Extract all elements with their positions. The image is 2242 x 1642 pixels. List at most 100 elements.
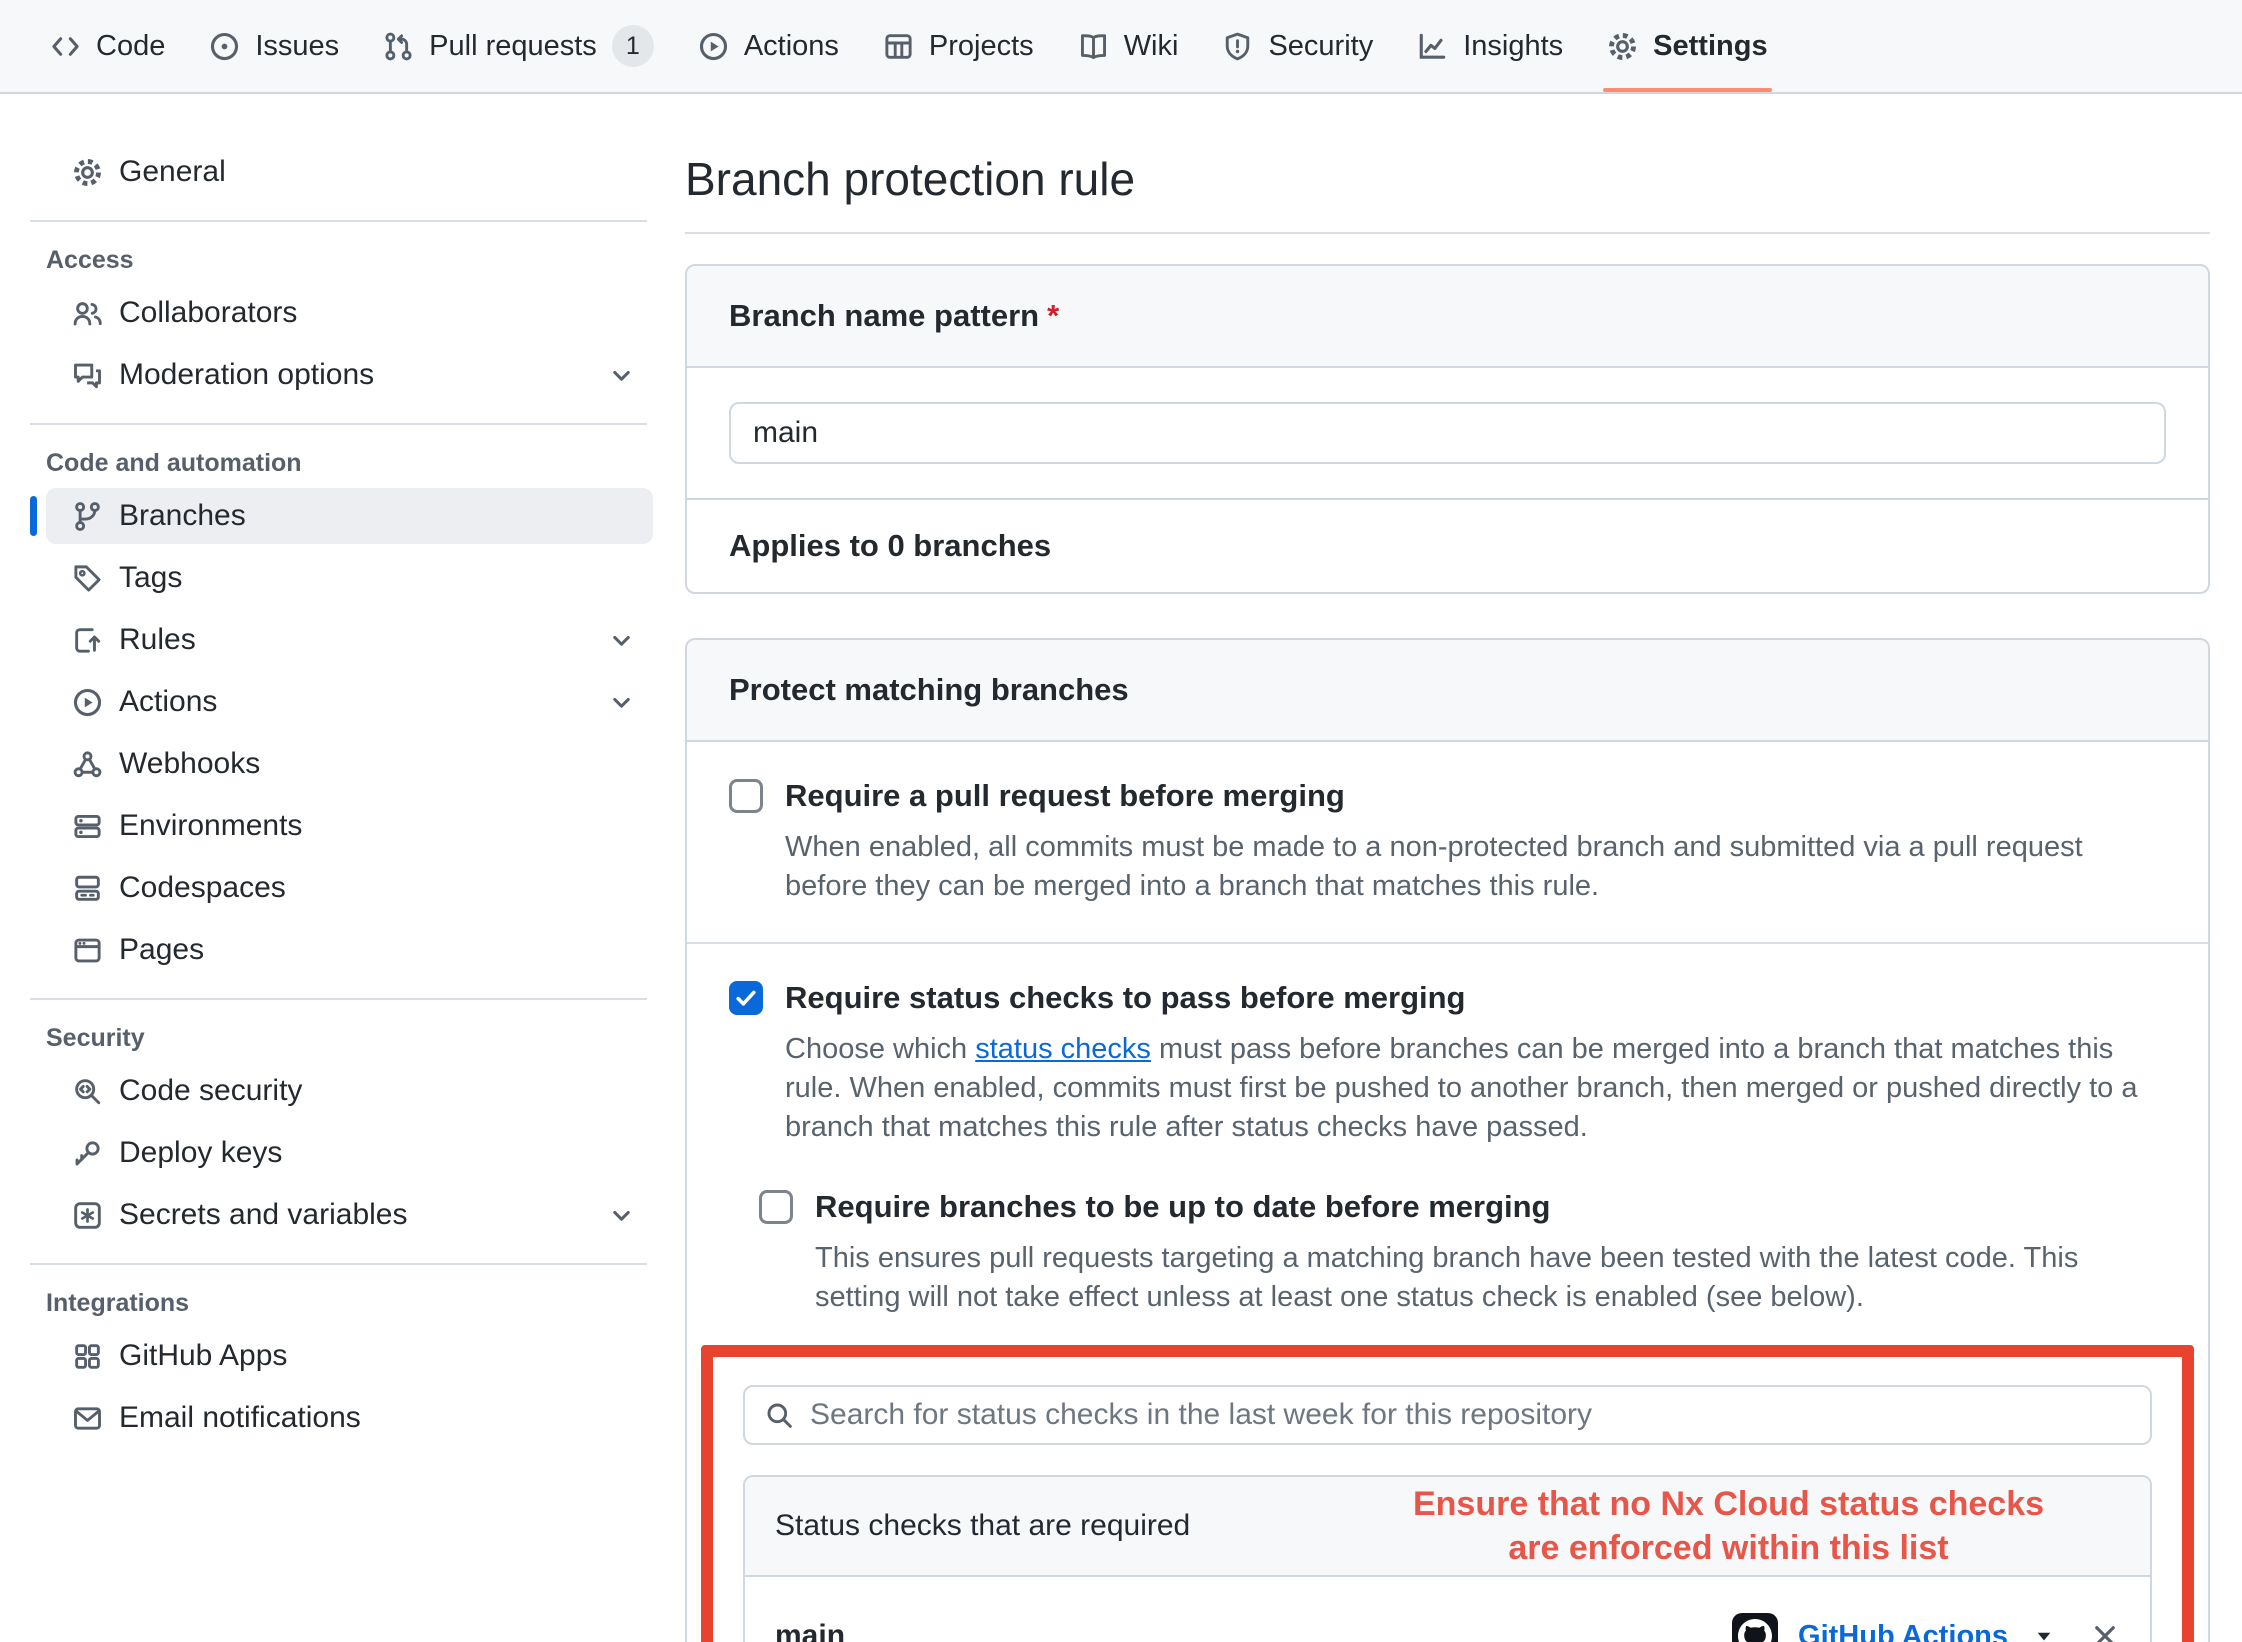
settings-sidebar: General Access Collaborators Moderation … xyxy=(0,94,685,1452)
chevron-down-icon xyxy=(608,1202,635,1229)
chevron-down-icon xyxy=(608,627,635,654)
sidebar-item-pages[interactable]: Pages xyxy=(46,922,653,978)
issue-icon xyxy=(209,31,240,62)
require-up-to-date-checkbox[interactable] xyxy=(759,1190,793,1224)
sidebar-item-deploy-keys[interactable]: Deploy keys xyxy=(46,1125,653,1181)
browser-icon xyxy=(72,935,103,966)
tab-insights[interactable]: Insights xyxy=(1395,0,1585,92)
tab-label: Projects xyxy=(929,30,1034,63)
require-up-to-date-row: Require branches to be up to date before… xyxy=(759,1187,2166,1317)
code-icon xyxy=(50,31,81,62)
require-status-checks-description: Choose which status checks must pass bef… xyxy=(785,1030,2166,1147)
sidebar-item-collaborators[interactable]: Collaborators xyxy=(46,285,653,341)
search-icon xyxy=(765,1401,794,1430)
gear-icon xyxy=(1607,31,1638,62)
sidebar-divider xyxy=(30,423,647,425)
required-asterisk: * xyxy=(1047,298,1059,333)
sidebar-item-webhooks[interactable]: Webhooks xyxy=(46,736,653,792)
sidebar-header-access: Access xyxy=(46,246,653,275)
sidebar-item-moderation-options[interactable]: Moderation options xyxy=(46,347,653,403)
people-icon xyxy=(72,298,103,329)
tab-settings[interactable]: Settings xyxy=(1585,0,1789,92)
sidebar-item-rules[interactable]: Rules xyxy=(46,612,653,668)
status-check-row-main: main GitHub Actions xyxy=(745,1577,2150,1642)
tab-actions[interactable]: Actions xyxy=(676,0,861,92)
sidebar-header-security: Security xyxy=(46,1024,653,1053)
graph-icon xyxy=(1417,31,1448,62)
chevron-down-icon xyxy=(608,689,635,716)
play-icon xyxy=(698,31,729,62)
caret-down-icon[interactable] xyxy=(2028,1624,2060,1642)
status-checks-list-header: Status checks that are required Ensure t… xyxy=(745,1477,2150,1577)
sidebar-item-github-apps[interactable]: GitHub Apps xyxy=(46,1328,653,1384)
sidebar-item-branches[interactable]: Branches xyxy=(46,488,653,544)
require-pr-label: Require a pull request before merging xyxy=(785,776,1345,816)
branch-name-pattern-card: Branch name pattern* Applies to 0 branch… xyxy=(685,264,2210,594)
tab-label: Wiki xyxy=(1124,30,1179,63)
sidebar-item-general[interactable]: General xyxy=(46,144,653,200)
applies-to-branches-text: Applies to 0 branches xyxy=(687,498,2208,592)
require-up-to-date-description: This ensures pull requests targeting a m… xyxy=(815,1239,2166,1317)
webhook-icon xyxy=(72,749,103,780)
git-branch-icon xyxy=(72,501,103,532)
comment-discussion-icon xyxy=(72,360,103,391)
require-status-checks-row: Require status checks to pass before mer… xyxy=(687,944,2208,1642)
github-actions-link[interactable]: GitHub Actions xyxy=(1798,1620,2008,1642)
github-actions-avatar xyxy=(1732,1613,1778,1642)
asterisk-icon xyxy=(72,1200,103,1231)
sidebar-header-code-automation: Code and automation xyxy=(46,449,653,478)
tab-wiki[interactable]: Wiki xyxy=(1056,0,1201,92)
sidebar-item-tags[interactable]: Tags xyxy=(46,550,653,606)
code-scan-icon xyxy=(72,1076,103,1107)
tab-projects[interactable]: Projects xyxy=(861,0,1056,92)
sidebar-item-email-notifications[interactable]: Email notifications xyxy=(46,1390,653,1446)
mail-icon xyxy=(72,1403,103,1434)
repo-nav: Code Issues Pull requests 1 Actions Proj… xyxy=(0,0,2242,94)
key-icon xyxy=(72,1138,103,1169)
tab-label: Security xyxy=(1268,30,1373,63)
require-pr-description: When enabled, all commits must be made t… xyxy=(785,828,2166,906)
remove-status-check-button[interactable] xyxy=(2090,1621,2120,1642)
shield-icon xyxy=(1222,31,1253,62)
sidebar-divider xyxy=(30,220,647,222)
apps-icon xyxy=(72,1341,103,1372)
sidebar-divider xyxy=(30,1263,647,1265)
sidebar-item-code-security[interactable]: Code security xyxy=(46,1063,653,1119)
tab-label: Insights xyxy=(1463,30,1563,63)
codespaces-icon xyxy=(72,873,103,904)
sidebar-item-secrets-variables[interactable]: Secrets and variables xyxy=(46,1187,653,1243)
require-up-to-date-label: Require branches to be up to date before… xyxy=(815,1187,1551,1227)
require-pr-checkbox[interactable] xyxy=(729,779,763,813)
sidebar-divider xyxy=(30,998,647,1000)
chevron-down-icon xyxy=(608,362,635,389)
status-checks-link[interactable]: status checks xyxy=(975,1033,1151,1065)
annotation-highlight-box: Search for status checks in the last wee… xyxy=(701,1345,2194,1642)
require-status-checks-checkbox[interactable] xyxy=(729,981,763,1015)
branch-name-pattern-input[interactable] xyxy=(729,402,2166,464)
status-check-name: main xyxy=(775,1619,845,1642)
sidebar-item-actions[interactable]: Actions xyxy=(46,674,653,730)
search-placeholder: Search for status checks in the last wee… xyxy=(810,1398,1592,1432)
tab-issues[interactable]: Issues xyxy=(187,0,361,92)
sidebar-item-environments[interactable]: Environments xyxy=(46,798,653,854)
rules-icon xyxy=(72,625,103,656)
branch-name-pattern-header: Branch name pattern* xyxy=(687,266,2208,368)
tab-label: Code xyxy=(96,30,165,63)
server-icon xyxy=(72,811,103,842)
tab-code[interactable]: Code xyxy=(28,0,187,92)
require-pr-row: Require a pull request before merging Wh… xyxy=(687,742,2208,944)
page-title: Branch protection rule xyxy=(685,152,2210,206)
tab-security[interactable]: Security xyxy=(1200,0,1395,92)
tab-pull-requests[interactable]: Pull requests 1 xyxy=(361,0,676,92)
annotation-text: Ensure that no Nx Cloud status checks ar… xyxy=(1335,1482,2122,1570)
play-icon xyxy=(72,687,103,718)
book-icon xyxy=(1078,31,1109,62)
protect-matching-branches-card: Protect matching branches Require a pull… xyxy=(685,638,2210,1642)
tag-icon xyxy=(72,563,103,594)
status-checks-search-input[interactable]: Search for status checks in the last wee… xyxy=(743,1385,2152,1445)
sidebar-header-integrations: Integrations xyxy=(46,1289,653,1318)
required-status-checks-list: Status checks that are required Ensure t… xyxy=(743,1475,2152,1642)
require-status-checks-label: Require status checks to pass before mer… xyxy=(785,978,1466,1018)
tab-label: Issues xyxy=(255,30,339,63)
sidebar-item-codespaces[interactable]: Codespaces xyxy=(46,860,653,916)
